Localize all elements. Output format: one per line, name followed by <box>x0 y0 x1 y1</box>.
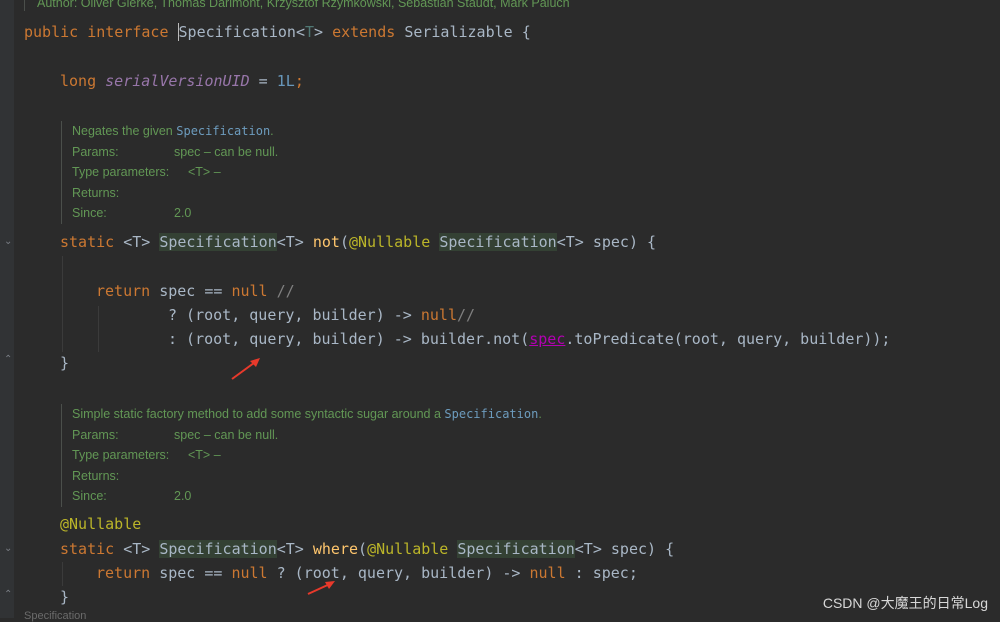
code-line-return-not[interactable]: return spec == null // <box>96 281 295 301</box>
javadoc-author-line: Author: Oliver Gierke, Thomas Darimont, … <box>24 0 570 11</box>
red-arrow-annotation-icon <box>307 581 335 595</box>
javadoc-link: Specification <box>176 124 271 138</box>
code-line-interface[interactable]: public interface Specification<T> extend… <box>24 22 531 42</box>
indent-guide <box>98 306 99 352</box>
interface-name: Specification <box>178 23 296 41</box>
gutter-fold-end-icon[interactable]: ⌃ <box>4 590 14 600</box>
csdn-watermark: CSDN @大魔王的日常Log <box>822 595 988 611</box>
code-line-ternary-false[interactable]: : (root, query, builder) -> builder.not(… <box>168 329 890 349</box>
gutter-fold-end-icon[interactable]: ⌃ <box>4 355 14 365</box>
gutter-fold-icon[interactable]: ⌄ <box>4 544 14 554</box>
code-closing-brace: } <box>60 588 70 606</box>
code-line-ternary-true[interactable]: ? (root, query, builder) -> null// <box>168 305 475 325</box>
method-name-where: where <box>312 540 359 558</box>
code-line-return-where[interactable]: return spec == null ? (root, query, buil… <box>96 563 638 583</box>
bottom-stub-text: Specification <box>24 610 87 622</box>
editor-gutter <box>0 0 14 618</box>
indent-guide <box>62 256 63 352</box>
method-name-not: not <box>312 233 340 251</box>
red-arrow-annotation-icon <box>231 358 260 380</box>
code-annotation-nullable[interactable]: @Nullable <box>60 514 141 534</box>
javadoc-block-where: Simple static factory method to add some… <box>61 404 542 507</box>
code-line-where-signature[interactable]: static <T> Specification<T> where(@Nulla… <box>60 539 674 559</box>
code-line-not-signature[interactable]: static <T> Specification<T> not(@Nullabl… <box>60 232 656 252</box>
code-line-serial[interactable]: long serialVersionUID = 1L; <box>60 71 304 91</box>
gutter-fold-icon[interactable]: ⌄ <box>4 237 14 247</box>
javadoc-link: Specification <box>444 407 539 421</box>
indent-guide <box>62 562 63 586</box>
code-closing-brace: } <box>60 354 70 372</box>
javadoc-block-not: Negates the given Specification. Params:… <box>61 121 278 224</box>
